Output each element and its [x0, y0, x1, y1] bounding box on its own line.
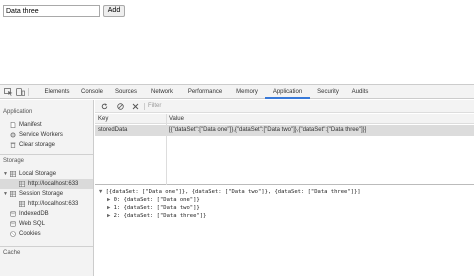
collapse-triangle-icon[interactable]: ▶ [107, 205, 110, 211]
storage-grid-icon [19, 201, 25, 207]
tab-console[interactable]: Console [76, 85, 108, 99]
sidebar-item-websql[interactable]: Web SQL [0, 219, 93, 229]
sidebar-item-label: Service Workers [19, 132, 63, 138]
value-cell[interactable]: [{"dataSet":["Data one"]},{"dataSet":["D… [166, 125, 474, 136]
add-button[interactable]: Add [103, 5, 125, 17]
expand-triangle-icon[interactable]: ▼ [3, 189, 8, 199]
tab-memory[interactable]: Memory [231, 85, 263, 99]
collapse-triangle-icon[interactable]: ▶ [107, 197, 110, 203]
sidebar-heading-storage: Storage [3, 158, 25, 164]
device-toolbar-icon[interactable] [16, 88, 25, 96]
preview-root-text: [{dataSet: ["Data one"]}, {dataSet: ["Da… [105, 189, 361, 195]
sidebar-divider [0, 154, 93, 155]
preview-item-text: 0: {dataSet: ["Data one"]} [113, 197, 200, 203]
database-icon [10, 221, 16, 227]
tab-application[interactable]: Application [265, 85, 310, 99]
sidebar-item-label: http://localhost:633 [28, 181, 79, 187]
expand-triangle-icon[interactable]: ▼ [99, 189, 102, 195]
sidebar-item-label: Session Storage [19, 191, 64, 197]
inspect-element-icon[interactable] [4, 88, 13, 96]
value-preview: ▼ [{dataSet: ["Data one"]}, {dataSet: ["… [95, 186, 474, 276]
tabbar-separator [28, 88, 29, 96]
sidebar-item-session-storage-origin[interactable]: http://localhost:633 [0, 199, 93, 209]
sidebar-item-label: http://localhost:633 [28, 201, 79, 207]
tab-performance[interactable]: Performance [181, 85, 229, 99]
gear-icon [10, 132, 16, 138]
preview-item-text: 2: {dataSet: ["Data three"]} [113, 213, 207, 219]
column-divider [166, 114, 167, 185]
collapse-triangle-icon[interactable]: ▶ [107, 213, 110, 219]
sidebar-item-indexeddb[interactable]: IndexedDB [0, 209, 93, 219]
column-header-key[interactable]: Key [95, 114, 166, 124]
refresh-icon[interactable] [101, 103, 108, 110]
tab-audits[interactable]: Audits [346, 85, 374, 99]
storage-grid-icon [10, 191, 16, 197]
sidebar-heading-cache: Cache [3, 250, 21, 256]
key-cell[interactable]: storedData [95, 125, 166, 136]
trash-icon [10, 142, 16, 148]
sidebar-item-label: Manifest [19, 122, 42, 128]
tab-sources[interactable]: Sources [110, 85, 142, 99]
devtools-panel: Elements Console Sources Network Perform… [0, 84, 474, 276]
table-row[interactable]: storedData [{"dataSet":["Data one"]},{"d… [95, 125, 474, 136]
delete-icon[interactable] [132, 103, 139, 110]
filter-input[interactable]: Filter [147, 102, 347, 111]
preview-item[interactable]: ▶ 2: {dataSet: ["Data three"]} [107, 212, 206, 220]
sidebar-item-service-workers[interactable]: Service Workers [0, 130, 93, 140]
sidebar-item-label: Web SQL [19, 221, 45, 227]
sidebar-item-label: Cookies [19, 231, 41, 237]
data-text-input[interactable]: Data three [3, 5, 100, 17]
preview-item[interactable]: ▶ 1: {dataSet: ["Data two"]} [107, 204, 200, 212]
database-icon [10, 211, 16, 217]
sidebar-item-local-storage[interactable]: ▼ Local Storage [0, 169, 93, 179]
sidebar-item-clear-storage[interactable]: Clear storage [0, 140, 93, 150]
sidebar-item-label: IndexedDB [19, 211, 49, 217]
tab-elements[interactable]: Elements [40, 85, 74, 99]
sidebar-divider [0, 246, 93, 247]
storage-grid-icon [19, 181, 25, 187]
preview-item-text: 1: {dataSet: ["Data two"]} [113, 205, 200, 211]
preview-item[interactable]: ▶ 0: {dataSet: ["Data one"]} [107, 196, 200, 204]
clear-icon[interactable] [117, 103, 124, 110]
expand-triangle-icon[interactable]: ▼ [3, 169, 8, 179]
storage-grid-icon [10, 171, 16, 177]
devtools-tabbar: Elements Console Sources Network Perform… [0, 85, 474, 99]
application-sidebar: Application Manifest Service Workers Cle… [0, 100, 94, 276]
tab-network[interactable]: Network [145, 85, 179, 99]
sidebar-heading-application: Application [3, 109, 33, 115]
sidebar-item-label: Local Storage [19, 171, 57, 177]
storage-table: Key Value storedData [{"dataSet":["Data … [95, 114, 474, 185]
storage-toolbar: Filter [95, 100, 474, 113]
sidebar-item-session-storage[interactable]: ▼ Session Storage [0, 189, 93, 199]
sidebar-item-manifest[interactable]: Manifest [0, 120, 93, 130]
preview-root[interactable]: ▼ [{dataSet: ["Data one"]}, {dataSet: ["… [99, 188, 361, 196]
sidebar-item-local-storage-origin[interactable]: http://localhost:633 [0, 179, 93, 189]
sidebar-item-cookies[interactable]: Cookies [0, 229, 93, 239]
sidebar-item-label: Clear storage [19, 142, 56, 148]
column-header-value[interactable]: Value [166, 114, 474, 124]
cookie-icon [10, 231, 16, 237]
tab-security[interactable]: Security [312, 85, 344, 99]
storage-view: Filter Key Value storedData [{"dataSet":… [95, 100, 474, 276]
document-icon [10, 122, 16, 128]
toolbar-separator [144, 103, 145, 110]
page-viewport: Data three Add [0, 0, 474, 84]
